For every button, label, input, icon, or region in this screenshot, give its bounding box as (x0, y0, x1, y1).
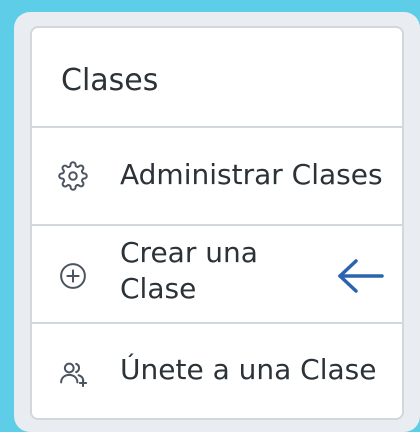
arrow-left-icon (334, 256, 386, 296)
menu-header: Clases (32, 28, 402, 128)
plus-circle-icon (58, 261, 88, 291)
menu-item-create-class[interactable]: Crear una Clase (32, 226, 402, 324)
gear-icon (58, 161, 88, 191)
menu-item-label: Únete a una Clase (120, 353, 377, 386)
menu-item-label: Administrar Clases (120, 158, 383, 191)
menu-item-manage-classes[interactable]: Administrar Clases (32, 128, 402, 226)
menu-item-label: Crear una Clase (120, 236, 258, 305)
menu-item-join-class[interactable]: Únete a una Clase (32, 324, 402, 418)
users-add-icon (58, 358, 88, 388)
menu-title: Clases (61, 63, 159, 98)
classes-menu: Clases Administrar Clases Crear una Clas… (30, 26, 404, 420)
